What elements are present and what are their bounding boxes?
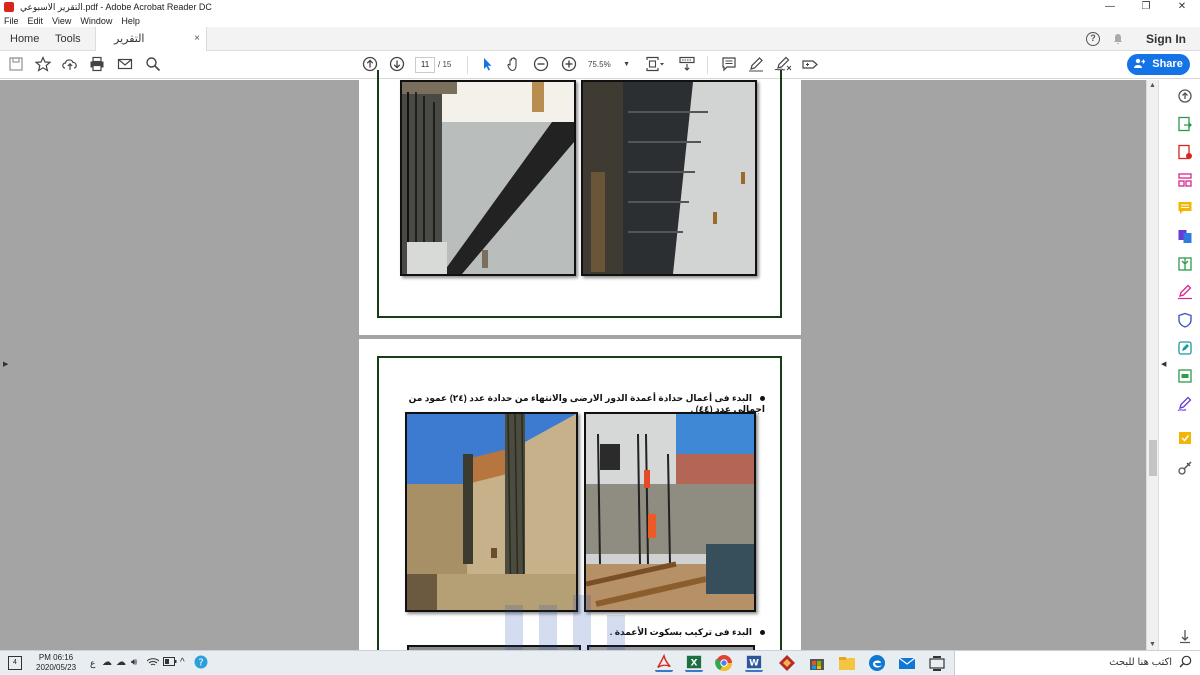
help-tray-icon[interactable]: ? <box>194 655 208 672</box>
maximize-button[interactable]: ❐ <box>1128 0 1164 14</box>
volume-icon[interactable]: 🔊︎ <box>131 657 137 668</box>
svg-text:X: X <box>691 659 698 669</box>
system-clock[interactable]: PM 06:16 2020/05/23 <box>36 653 76 673</box>
windows-taskbar: 4 PM 06:16 2020/05/23 ع ☁ ☁ 🔊︎ ^ ? X W ا… <box>0 650 1200 675</box>
pdf-page-10 <box>359 70 801 335</box>
right-pane-toggle-icon[interactable]: ◀ <box>1161 360 1166 368</box>
scroll-up-icon[interactable]: ▲ <box>1149 82 1156 89</box>
menu-window[interactable]: Window <box>80 16 112 26</box>
menu-bar: File Edit View Window Help <box>0 14 1200 27</box>
svg-text:?: ? <box>198 658 203 669</box>
share-button[interactable]: Share <box>1127 54 1190 75</box>
upload-icon[interactable] <box>61 56 79 74</box>
task-view-icon[interactable] <box>928 654 946 672</box>
tab-document[interactable]: التقرير الاسبوعي.pdf × <box>95 27 207 69</box>
acrobat-taskbar-icon[interactable] <box>655 654 673 672</box>
clock-time: PM 06:16 <box>38 653 74 662</box>
stairs-photo-right <box>581 80 757 276</box>
search-icon <box>1179 655 1192 671</box>
person-add-icon <box>1134 58 1148 70</box>
star-icon[interactable] <box>34 56 52 74</box>
chrome-taskbar-icon[interactable] <box>715 654 733 672</box>
help-icon[interactable]: ? <box>1086 32 1100 46</box>
window-title: التقرير الاسبوعي.pdf - Adobe Acrobat Rea… <box>20 1 212 12</box>
search-icon[interactable] <box>144 56 162 74</box>
collapse-pane-icon[interactable] <box>1177 628 1193 644</box>
title-bar: التقرير الاسبوعي.pdf - Adobe Acrobat Rea… <box>0 0 1200 14</box>
network-icon[interactable] <box>146 657 160 670</box>
svg-text:W: W <box>749 659 759 669</box>
print-icon[interactable] <box>88 56 106 74</box>
fill-sign-tool-icon[interactable] <box>1177 284 1193 300</box>
edge-taskbar-icon[interactable] <box>868 654 886 672</box>
onedrive-icon[interactable]: ☁ <box>102 657 112 668</box>
bullet-icon <box>760 630 765 636</box>
compress-icon[interactable] <box>1177 256 1193 272</box>
clock-date: 2020/05/23 <box>36 663 77 672</box>
export-pdf-icon[interactable] <box>1177 116 1193 132</box>
file-explorer-taskbar-icon[interactable] <box>838 654 856 672</box>
share-label: Share <box>1152 58 1183 70</box>
excel-taskbar-icon[interactable]: X <box>685 654 703 672</box>
create-pdf-icon[interactable] <box>1177 144 1193 160</box>
window-controls: — ❐ ✕ <box>1092 0 1200 14</box>
menu-file[interactable]: File <box>4 16 19 26</box>
print-production-icon[interactable] <box>1177 368 1193 384</box>
edit-pdf-icon[interactable] <box>1177 340 1193 356</box>
zoom-in-tool-icon[interactable] <box>1177 88 1193 104</box>
scroll-down-icon[interactable]: ▼ <box>1149 641 1156 648</box>
sign-tool-icon[interactable] <box>1177 396 1193 412</box>
word-taskbar-icon[interactable]: W <box>745 654 763 672</box>
vertical-scrollbar[interactable]: ▲ ▼ <box>1146 80 1158 650</box>
more-tools-icon[interactable] <box>1177 460 1193 476</box>
scrollbar-thumb[interactable] <box>1149 440 1157 476</box>
taskbar-search-placeholder: اكتب هنا للبحث <box>1109 657 1172 668</box>
menu-view[interactable]: View <box>52 16 71 26</box>
notification-center-icon[interactable]: 4 <box>8 656 22 670</box>
store-taskbar-icon[interactable] <box>808 654 826 672</box>
close-window-button[interactable]: ✕ <box>1164 0 1200 14</box>
fill-sign-icon[interactable] <box>801 56 819 74</box>
zoom-level-value: 75.5% <box>588 60 611 69</box>
column-rebar-photo-left <box>405 412 578 612</box>
onedrive-sync-icon[interactable]: ☁ <box>116 657 126 668</box>
tab-close-icon[interactable]: × <box>194 27 200 51</box>
combine-files-icon[interactable] <box>1177 228 1193 244</box>
tab-bar: Home Tools التقرير الاسبوعي.pdf × ? Sign… <box>0 27 1200 69</box>
left-pane-toggle-icon[interactable]: ▶ <box>3 360 8 368</box>
sign-in-link[interactable]: Sign In <box>1146 32 1186 46</box>
column-rebar-photo-right <box>584 412 756 612</box>
mail-taskbar-icon[interactable] <box>898 654 916 672</box>
comment-tool-icon[interactable] <box>1177 200 1193 216</box>
bullet-text: البدء فى أعمال حدادة أعمدة الدور الارضى … <box>408 393 765 414</box>
acrobat-app-icon <box>4 2 14 12</box>
notification-bell-icon[interactable] <box>1112 33 1124 45</box>
menu-edit[interactable]: Edit <box>28 16 44 26</box>
email-icon[interactable] <box>116 56 134 74</box>
tab-tools[interactable]: Tools <box>55 27 81 51</box>
protect-icon[interactable] <box>1177 312 1193 328</box>
send-review-icon[interactable] <box>1177 430 1193 446</box>
menu-help[interactable]: Help <box>121 16 140 26</box>
tools-pane: ◀ <box>1158 80 1200 650</box>
bullet-icon <box>760 396 765 402</box>
minimize-button[interactable]: — <box>1092 0 1128 14</box>
app-taskbar-icon[interactable] <box>778 654 796 672</box>
save-icon[interactable] <box>7 56 25 74</box>
watermark-logo <box>505 595 625 650</box>
organize-pages-icon[interactable] <box>1177 172 1193 188</box>
tab-home[interactable]: Home <box>10 27 39 51</box>
taskbar-search-box[interactable]: اكتب هنا للبحث <box>954 651 1200 675</box>
stairs-photo-left <box>400 80 576 276</box>
battery-icon[interactable] <box>163 657 177 669</box>
show-hidden-icons-chevron[interactable]: ^ <box>180 657 185 668</box>
input-language-indicator[interactable]: ع <box>90 658 95 669</box>
